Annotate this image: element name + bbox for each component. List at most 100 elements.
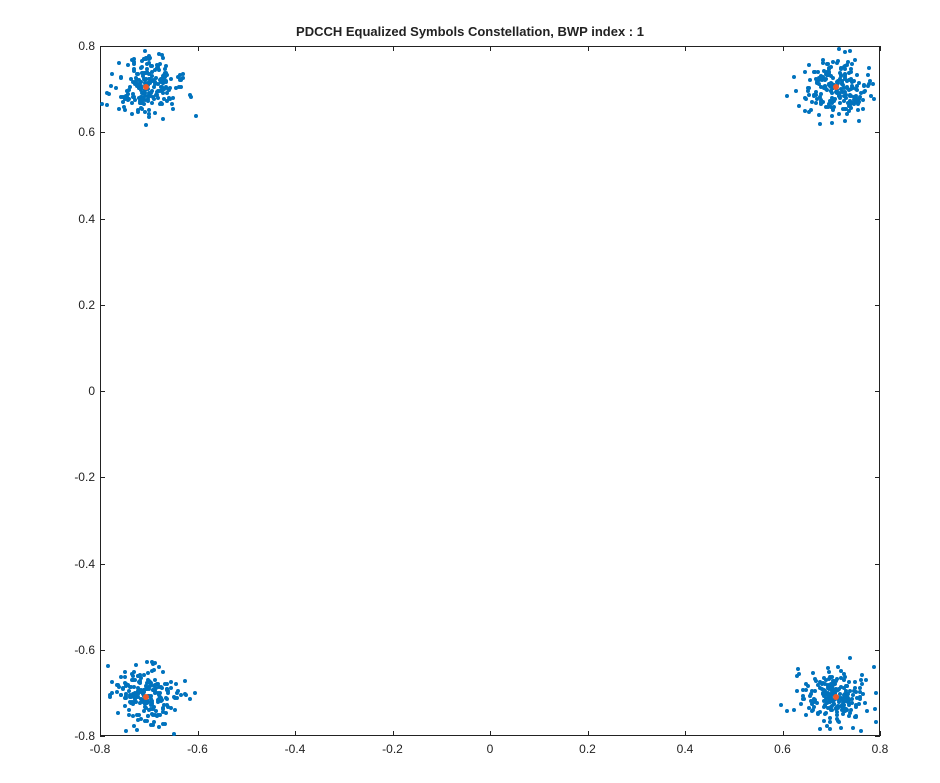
data-point <box>841 712 845 716</box>
data-point <box>779 703 783 707</box>
data-point <box>135 728 139 732</box>
data-point <box>839 676 843 680</box>
y-tickmark <box>100 305 105 306</box>
data-point <box>150 64 154 68</box>
data-point <box>823 85 827 89</box>
data-point <box>151 79 155 83</box>
data-point <box>816 712 820 716</box>
data-point <box>134 663 138 667</box>
data-point <box>858 697 862 701</box>
data-point <box>807 110 811 114</box>
data-point <box>148 56 152 60</box>
data-point <box>132 69 136 73</box>
reference-point <box>833 694 839 700</box>
data-point <box>808 694 812 698</box>
data-point <box>853 58 857 62</box>
data-point <box>824 678 828 682</box>
data-point <box>818 122 822 126</box>
y-tickmark-right <box>875 477 880 478</box>
x-tickmark-top <box>198 46 199 51</box>
data-point <box>866 73 870 77</box>
data-point <box>171 107 175 111</box>
data-point <box>830 114 834 118</box>
data-point <box>155 714 159 718</box>
data-point <box>171 96 175 100</box>
data-point <box>124 729 128 733</box>
data-point <box>134 79 138 83</box>
data-point <box>837 112 841 116</box>
y-tickmark-right <box>875 219 880 220</box>
data-point <box>854 705 858 709</box>
data-point <box>170 102 174 106</box>
data-point <box>127 708 131 712</box>
data-point <box>801 688 805 692</box>
data-point <box>854 714 858 718</box>
data-point <box>169 680 173 684</box>
data-point <box>807 93 811 97</box>
data-point <box>119 693 123 697</box>
x-tickmark-top <box>490 46 491 51</box>
data-point <box>838 101 842 105</box>
data-point <box>851 726 855 730</box>
data-point <box>173 708 177 712</box>
data-point <box>874 720 878 724</box>
x-tickmark <box>295 731 296 736</box>
x-tickmark-top <box>783 46 784 51</box>
axes[interactable] <box>100 46 880 736</box>
data-point <box>822 719 826 723</box>
data-point <box>804 713 808 717</box>
y-tickmark <box>100 477 105 478</box>
data-point <box>163 67 167 71</box>
data-point <box>189 95 193 99</box>
data-point <box>151 723 155 727</box>
reference-point <box>833 84 839 90</box>
x-tick-label: -0.2 <box>368 742 418 756</box>
data-point <box>123 704 127 708</box>
data-point <box>130 672 134 676</box>
data-point <box>143 49 147 53</box>
data-point <box>846 60 850 64</box>
x-tickmark-top <box>685 46 686 51</box>
data-point <box>143 71 147 75</box>
data-point <box>144 123 148 127</box>
figure-window: PDCCH Equalized Symbols Constellation, B… <box>0 0 940 783</box>
data-point <box>861 98 865 102</box>
data-point <box>836 706 840 710</box>
data-point <box>830 686 834 690</box>
data-point <box>854 690 858 694</box>
data-point <box>814 101 818 105</box>
data-point <box>796 667 800 671</box>
data-point <box>817 113 821 117</box>
data-point <box>151 688 155 692</box>
reference-point <box>143 84 149 90</box>
data-point <box>835 677 839 681</box>
data-point <box>110 680 114 684</box>
data-point <box>167 96 171 100</box>
data-point <box>785 709 789 713</box>
data-point <box>153 111 157 115</box>
data-point <box>872 665 876 669</box>
data-point <box>162 97 166 101</box>
data-point <box>109 84 113 88</box>
data-point <box>813 689 817 693</box>
data-point <box>188 697 192 701</box>
data-point <box>827 693 831 697</box>
data-point <box>846 700 850 704</box>
y-tick-label: 0.2 <box>45 298 95 312</box>
data-point <box>142 688 146 692</box>
data-point <box>838 692 842 696</box>
data-point <box>106 664 110 668</box>
data-point <box>161 117 165 121</box>
data-point <box>839 726 843 730</box>
y-tickmark-right <box>875 391 880 392</box>
data-point <box>160 686 164 690</box>
data-point <box>840 81 844 85</box>
y-tick-label: -0.6 <box>45 643 95 657</box>
data-point <box>123 670 127 674</box>
x-tick-label: -0.8 <box>75 742 125 756</box>
y-tickmark <box>100 650 105 651</box>
data-point <box>139 717 143 721</box>
data-point <box>857 119 861 123</box>
data-point <box>797 104 801 108</box>
data-point <box>826 105 830 109</box>
